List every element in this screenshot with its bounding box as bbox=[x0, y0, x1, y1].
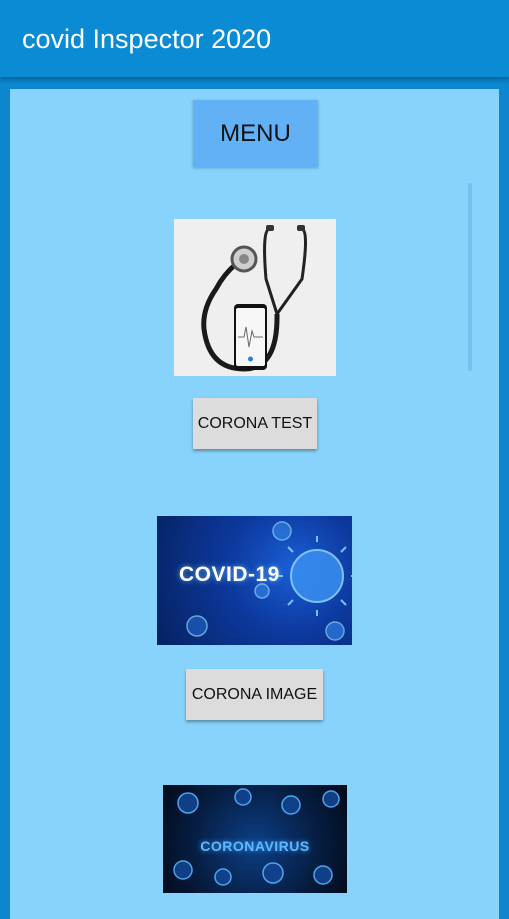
content-panel[interactable]: MENU CORONA TEST COVID-19 CORONA IMAGE C… bbox=[10, 89, 499, 919]
coronavirus-image: CORONAVIRUS bbox=[163, 785, 347, 893]
coronavirus-image-text: CORONAVIRUS bbox=[200, 838, 310, 854]
stethoscope-icon bbox=[174, 219, 336, 376]
covid-image-text: COVID-19 bbox=[179, 563, 280, 586]
corona-image-button[interactable]: CORONA IMAGE bbox=[186, 669, 323, 720]
menu-button[interactable]: MENU bbox=[193, 100, 318, 167]
corona-test-button[interactable]: CORONA TEST bbox=[193, 398, 317, 449]
covid-virus-image: COVID-19 bbox=[157, 516, 352, 645]
app-bar: covid Inspector 2020 bbox=[0, 0, 509, 77]
scrollbar[interactable] bbox=[468, 183, 472, 371]
app-title: covid Inspector 2020 bbox=[22, 24, 272, 54]
stethoscope-phone-image bbox=[174, 219, 336, 376]
